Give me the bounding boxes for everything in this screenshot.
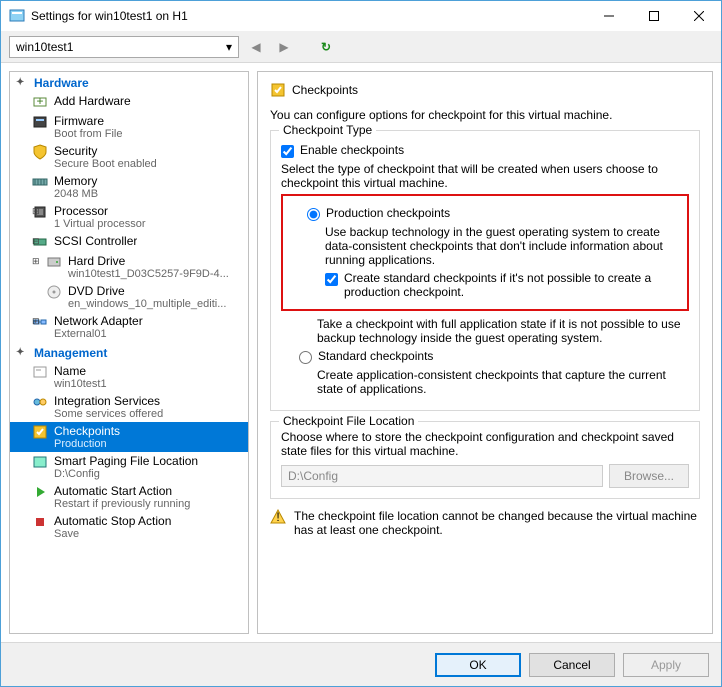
maximize-button[interactable] (631, 1, 676, 31)
standard-radio[interactable] (299, 351, 312, 364)
tree-item-smart-paging[interactable]: Smart Paging File LocationD:\Config (10, 452, 248, 482)
integration-icon (32, 394, 48, 410)
management-header[interactable]: ✦Management (10, 342, 248, 362)
disk-icon (46, 254, 62, 270)
checkpoint-icon (270, 82, 286, 98)
minimize-button[interactable] (586, 1, 631, 31)
window-title: Settings for win10test1 on H1 (31, 9, 586, 23)
hardware-header[interactable]: ✦Hardware (10, 72, 248, 92)
collapse-icon: ⊟ (32, 236, 40, 247)
browse-button: Browse... (609, 464, 689, 488)
dialog-footer: OK Cancel Apply (1, 642, 721, 686)
toolbar: win10test1 ▾ ◀ ▶ ↻ (1, 31, 721, 63)
firmware-icon (32, 114, 48, 130)
production-desc: Use backup technology in the guest opera… (325, 225, 681, 267)
tree-item-security[interactable]: SecuritySecure Boot enabled (10, 142, 248, 172)
pane-title: Checkpoints (292, 83, 358, 97)
nav-back-button[interactable]: ◀ (245, 36, 267, 58)
tree-item-checkpoints[interactable]: CheckpointsProduction (10, 422, 248, 452)
location-desc: Choose where to store the checkpoint con… (281, 430, 689, 458)
fallback-checkbox[interactable] (325, 273, 338, 286)
select-type-text: Select the type of checkpoint that will … (281, 162, 689, 190)
stop-icon (32, 514, 48, 530)
warning-row: ! The checkpoint file location cannot be… (270, 509, 700, 537)
app-icon (9, 8, 25, 24)
tree-item-name[interactable]: Namewin10test1 (10, 362, 248, 392)
file-location-group: Checkpoint File Location Choose where to… (270, 421, 700, 499)
refresh-button[interactable]: ↻ (315, 36, 337, 58)
settings-tree: ✦Hardware +Add Hardware FirmwareBoot fro… (9, 71, 249, 634)
collapse-icon: ✦ (16, 347, 24, 358)
close-button[interactable] (676, 1, 721, 31)
collapse-icon: ✦ (16, 77, 24, 88)
name-icon (32, 364, 48, 380)
chevron-down-icon: ▾ (226, 40, 232, 54)
cancel-button[interactable]: Cancel (529, 653, 615, 677)
expand-icon: ⊞ (32, 206, 40, 217)
tree-item-processor[interactable]: ⊞Processor1 Virtual processor (10, 202, 248, 232)
dvd-icon (46, 284, 62, 300)
tree-item-hard-drive[interactable]: ⊞Hard Drivewin10test1_D03C5257-9F9D-4... (10, 252, 248, 282)
production-label: Production checkpoints (326, 206, 450, 220)
group-title: Checkpoint Type (279, 123, 376, 137)
ok-button[interactable]: OK (435, 653, 521, 677)
tree-item-auto-start[interactable]: Automatic Start ActionRestart if previou… (10, 482, 248, 512)
titlebar: Settings for win10test1 on H1 (1, 1, 721, 31)
vm-selector[interactable]: win10test1 ▾ (9, 36, 239, 58)
tree-item-integration[interactable]: Integration ServicesSome services offere… (10, 392, 248, 422)
detail-pane: Checkpoints You can configure options fo… (257, 71, 713, 634)
group-title: Checkpoint File Location (279, 414, 418, 428)
standard-desc: Create application-consistent checkpoint… (317, 368, 689, 396)
paging-icon (32, 454, 48, 470)
tree-item-add-hardware[interactable]: +Add Hardware (10, 92, 248, 112)
svg-text:+: + (36, 94, 43, 108)
checkpoint-icon (32, 424, 48, 440)
add-hardware-icon: + (32, 94, 48, 110)
enable-checkpoints-label: Enable checkpoints (300, 143, 404, 157)
shield-icon (32, 144, 48, 160)
svg-text:!: ! (276, 510, 279, 524)
tree-item-firmware[interactable]: FirmwareBoot from File (10, 112, 248, 142)
production-radio[interactable] (307, 208, 320, 221)
start-icon (32, 484, 48, 500)
memory-icon (32, 174, 48, 190)
checkpoint-type-group: Checkpoint Type Enable checkpoints Selec… (270, 130, 700, 411)
fallback-label: Create standard checkpoints if it's not … (344, 271, 681, 299)
pane-header: Checkpoints (270, 82, 700, 98)
standard-label: Standard checkpoints (318, 349, 433, 363)
warning-icon: ! (270, 509, 286, 525)
location-field: D:\Config (281, 465, 603, 487)
tree-item-memory[interactable]: Memory2048 MB (10, 172, 248, 202)
tree-item-dvd[interactable]: DVD Driveen_windows_10_multiple_editi... (10, 282, 248, 312)
tree-item-auto-stop[interactable]: Automatic Stop ActionSave (10, 512, 248, 542)
enable-checkpoints-checkbox[interactable] (281, 145, 294, 158)
vm-selector-value: win10test1 (16, 40, 73, 54)
expand-icon: ⊞ (32, 316, 40, 327)
expand-icon: ⊞ (32, 256, 40, 267)
pane-intro: You can configure options for checkpoint… (270, 108, 700, 122)
tree-item-network[interactable]: ⊞Network AdapterExternal01 (10, 312, 248, 342)
take-desc: Take a checkpoint with full application … (317, 317, 689, 345)
nav-forward-button[interactable]: ▶ (273, 36, 295, 58)
warning-text: The checkpoint file location cannot be c… (294, 509, 700, 537)
apply-button: Apply (623, 653, 709, 677)
highlight-box: Production checkpoints Use backup techno… (281, 194, 689, 311)
tree-item-scsi[interactable]: ⊟SCSI Controller (10, 232, 248, 252)
